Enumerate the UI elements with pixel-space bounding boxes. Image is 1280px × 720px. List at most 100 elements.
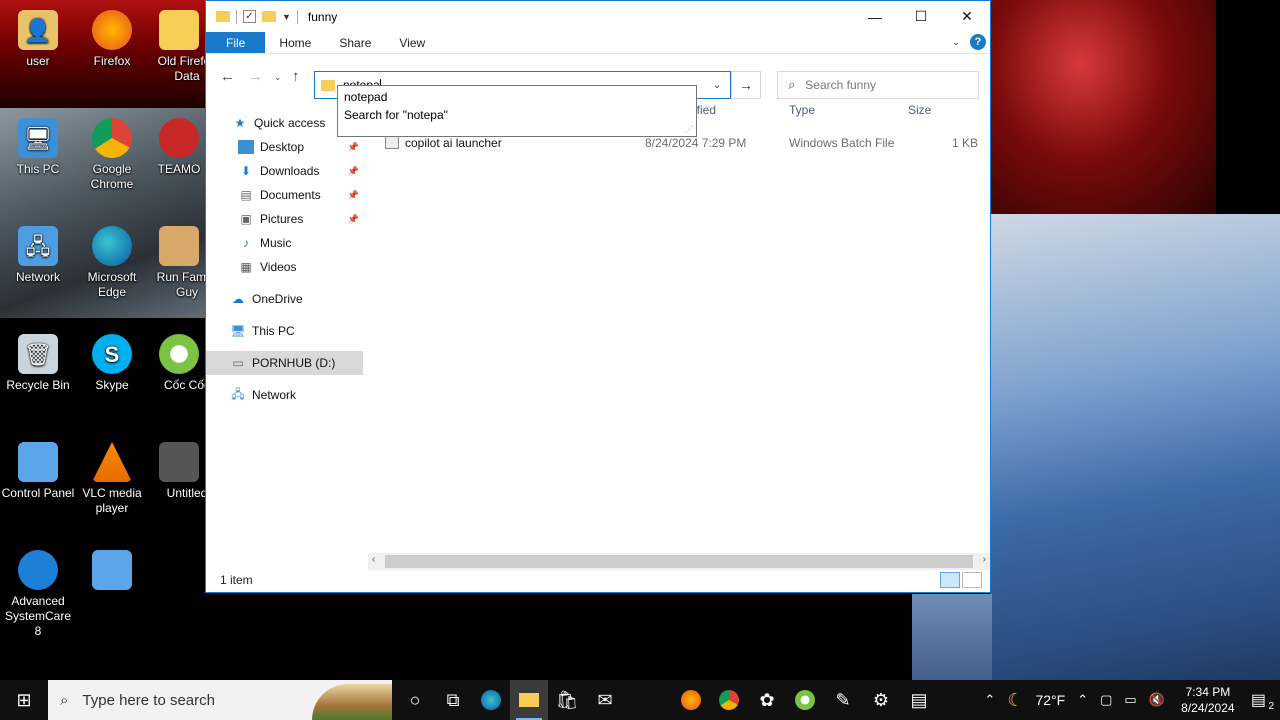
desktop-icon-untitled[interactable]: Untitled — [149, 442, 209, 501]
tab-view[interactable]: View — [385, 32, 439, 53]
sidebar-item-music[interactable]: ♪ Music — [206, 231, 363, 255]
edge-icon — [92, 226, 132, 266]
mail-icon[interactable]: ✉ — [586, 680, 624, 720]
paint-icon[interactable]: ✎ — [824, 680, 862, 720]
back-button[interactable]: ← — [220, 68, 235, 85]
sidebar-item-downloads[interactable]: ⬇ Downloads 📌 — [206, 159, 363, 183]
autocomplete-item[interactable]: Search for "notepa" — [338, 106, 696, 124]
tab-share[interactable]: Share — [325, 32, 385, 53]
sidebar-item-onedrive[interactable]: ☁ OneDrive — [206, 287, 363, 311]
taskbar-search[interactable]: ⌕ Type here to search — [48, 680, 392, 720]
coc-coc-taskbar-icon[interactable] — [786, 680, 824, 720]
close-button[interactable]: ✕ — [944, 1, 990, 32]
sidebar-item-label: PORNHUB (D:) — [252, 356, 336, 370]
chevron-up-icon[interactable]: ⌃ — [978, 692, 1001, 708]
sidebar-item-network[interactable]: 🖧 Network — [206, 383, 363, 407]
firefox-taskbar-icon[interactable] — [672, 680, 710, 720]
desktop-icon-advanced-systemcare[interactable]: Advanced SystemCare 8 — [0, 550, 76, 639]
file-explorer-taskbar-icon[interactable] — [510, 680, 548, 720]
systemcare-icon — [18, 550, 58, 590]
file-name: copilot ai launcher — [405, 136, 502, 150]
desktop-icon-vlc[interactable]: VLC media player — [74, 442, 150, 516]
desktop-icon-user[interactable]: 👤 user — [0, 10, 76, 69]
desktop-icon-edge[interactable]: Microsoft Edge — [74, 226, 150, 300]
autocomplete-item[interactable]: notepad — [338, 88, 696, 106]
large-icons-view-button[interactable] — [962, 572, 982, 588]
maximize-button[interactable]: ☐ — [898, 1, 944, 32]
sidebar-item-label: Network — [252, 388, 297, 402]
up-button[interactable]: ↑ — [292, 68, 300, 85]
resize-grip-icon[interactable]: ⋰ — [685, 125, 693, 134]
tab-home[interactable]: Home — [265, 32, 325, 53]
sidebar-item-drive-d[interactable]: ▭ PORNHUB (D:) — [206, 351, 363, 375]
desktop-icon-firefox[interactable]: Firefox — [74, 10, 150, 69]
address-dropdown-icon[interactable]: ⌄ — [704, 80, 730, 91]
desktop-icon-network[interactable]: 🖧 Network — [0, 226, 76, 285]
download-icon: ⬇ — [240, 164, 252, 178]
sidebar-item-videos[interactable]: ▦ Videos — [206, 255, 363, 279]
media-app-icon[interactable]: ✿ — [748, 680, 786, 720]
weather-moon-icon[interactable]: ☾ — [1001, 690, 1029, 711]
expand-ribbon-icon[interactable]: ⌄ — [952, 37, 960, 48]
notification-center-icon[interactable]: ▤ 2 — [1245, 690, 1280, 712]
divider — [236, 9, 237, 24]
winrar-icon[interactable]: ▤ — [900, 680, 938, 720]
recycle-bin-icon: 🗑 — [18, 334, 58, 374]
sidebar-item-this-pc[interactable]: 🖥 This PC — [206, 319, 363, 343]
desktop-icon-recycle-bin[interactable]: 🗑 Recycle Bin — [0, 334, 76, 393]
scroll-left-icon[interactable]: ‹ — [372, 554, 375, 565]
go-button[interactable]: → — [731, 71, 761, 99]
folder-icon — [321, 79, 335, 91]
taskbar: ⊞ ⌕ Type here to search ○ ⧉ 🛍 ✉ ✿ ✎ ⚙ ▤ … — [0, 680, 1280, 720]
tab-file[interactable]: File — [206, 32, 266, 53]
clock[interactable]: 7:34 PM 8/24/2024 — [1171, 684, 1245, 716]
desktop-icon-label: Advanced SystemCare 8 — [4, 594, 72, 638]
family-guy-icon — [159, 226, 199, 266]
desktop-icon-this-pc[interactable]: 🖥 This PC — [0, 118, 76, 177]
desktop-icon-old-firefox-data[interactable]: Old Firefox Data — [149, 10, 209, 84]
new-folder-icon[interactable] — [262, 11, 276, 22]
network-tray-icon[interactable]: ▭ — [1118, 692, 1142, 708]
address-autocomplete: notepad Search for "notepa" ⋰ — [337, 85, 697, 137]
item-count: 1 item — [220, 573, 253, 587]
documents-icon: ▤ — [240, 188, 252, 202]
column-header-size[interactable]: Size — [908, 103, 931, 117]
scroll-right-icon[interactable]: › — [983, 554, 986, 565]
sidebar-item-label: This PC — [252, 324, 295, 338]
search-input[interactable]: ⌕ Search funny — [777, 71, 979, 99]
sidebar-item-desktop[interactable]: Desktop 📌 — [206, 135, 363, 159]
chrome-taskbar-icon[interactable] — [710, 680, 748, 720]
device-icon[interactable]: ▢ — [1094, 692, 1118, 708]
cortana-icon[interactable]: ○ — [396, 680, 434, 720]
desktop-icon-chrome[interactable]: Google Chrome — [74, 118, 150, 192]
details-view-button[interactable] — [940, 572, 960, 588]
start-button[interactable]: ⊞ — [0, 680, 48, 720]
weather-temp[interactable]: 72°F — [1029, 692, 1071, 708]
column-header-date-modified[interactable]: ified — [694, 103, 716, 117]
store-icon[interactable]: 🛍 — [548, 680, 586, 720]
column-header-type[interactable]: Type — [789, 103, 815, 117]
desktop-icon-control-panel[interactable]: Control Panel — [0, 442, 76, 501]
desktop-icon-teamo[interactable]: TEAMO — [149, 118, 209, 177]
minimize-button[interactable]: — — [852, 1, 898, 32]
sidebar-item-pictures[interactable]: ▣ Pictures 📌 — [206, 207, 363, 231]
forward-button[interactable]: → — [248, 68, 263, 85]
sidebar-item-documents[interactable]: ▤ Documents 📌 — [206, 183, 363, 207]
pictures-icon: ▣ — [240, 212, 252, 226]
scrollbar-thumb[interactable] — [385, 555, 973, 568]
desktop-icon-skype[interactable]: S Skype — [74, 334, 150, 393]
properties-icon[interactable]: ✓ — [243, 10, 256, 23]
edge-taskbar-icon[interactable] — [472, 680, 510, 720]
volume-muted-icon[interactable]: 🔇 — [1143, 692, 1171, 708]
chevron-down-icon[interactable]: ▼ — [282, 12, 291, 22]
window-title: funny — [307, 9, 338, 24]
desktop-icon-control-panel-shortcut[interactable] — [74, 550, 150, 594]
recent-locations-button[interactable]: ⌄ — [274, 72, 282, 83]
help-icon[interactable]: ? — [970, 34, 986, 50]
task-view-icon[interactable]: ⧉ — [434, 680, 472, 720]
settings-icon[interactable]: ⚙ — [862, 680, 900, 720]
desktop-icon-label: Run Family Guy — [156, 270, 209, 299]
desktop-icon-coc-coc[interactable]: Cốc Cốc — [149, 334, 209, 393]
desktop-icon-run-family-guy[interactable]: Run Family Guy — [149, 226, 209, 300]
tray-overflow-icon[interactable]: ⌃ — [1071, 692, 1094, 708]
